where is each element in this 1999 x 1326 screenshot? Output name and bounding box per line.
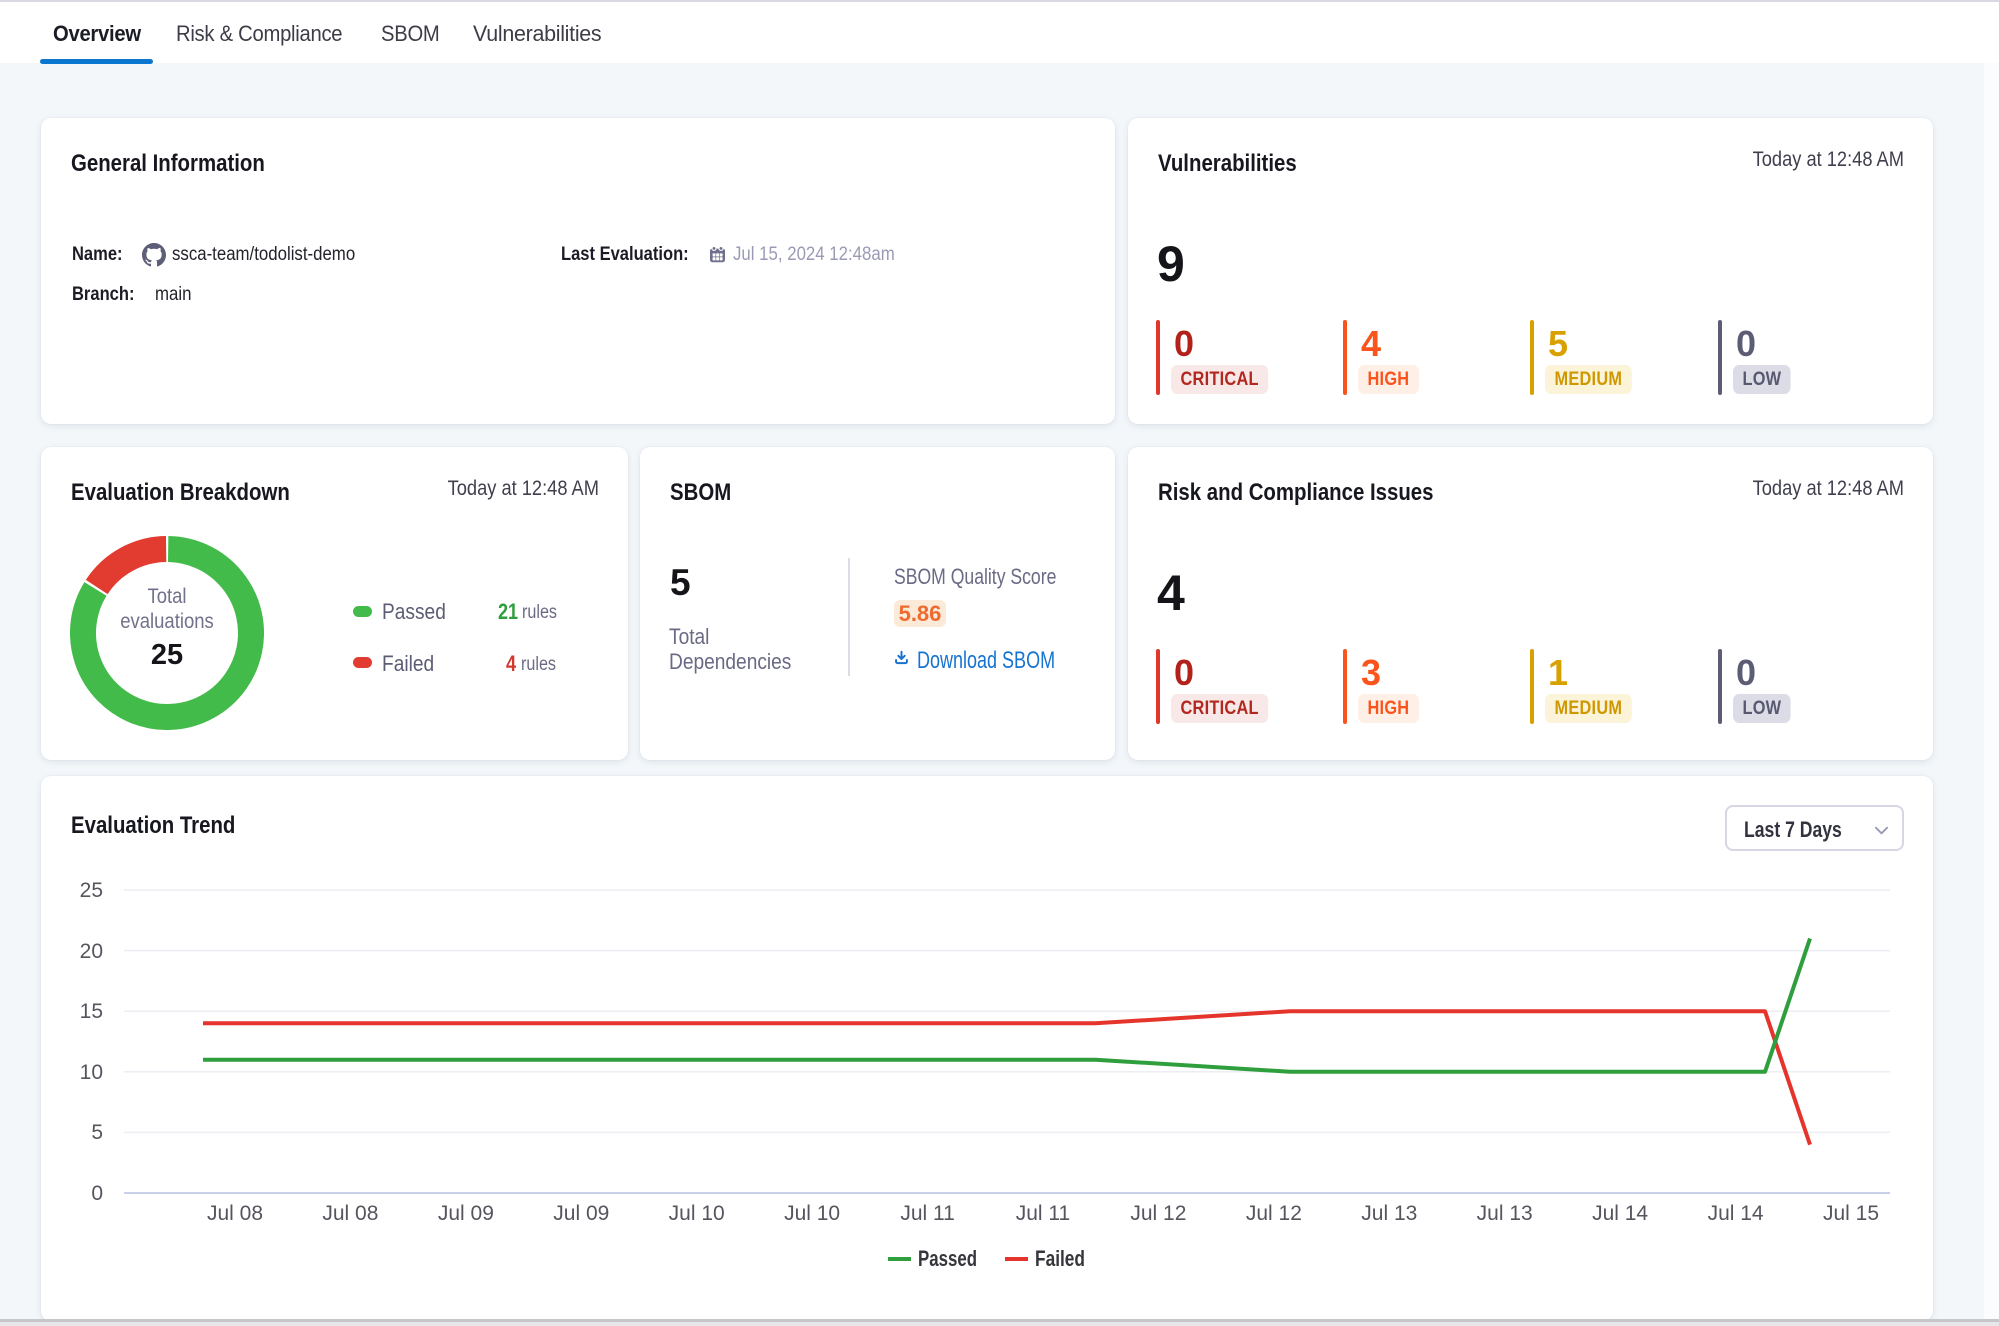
svg-text:Jul 11: Jul 11 — [1016, 1202, 1070, 1225]
svg-text:Jul 11: Jul 11 — [900, 1202, 954, 1225]
svg-text:20: 20 — [80, 940, 103, 963]
svg-text:Jul 14: Jul 14 — [1708, 1202, 1764, 1225]
svg-text:0: 0 — [91, 1182, 103, 1205]
svg-text:Jul 08: Jul 08 — [207, 1202, 263, 1225]
svg-text:Jul 13: Jul 13 — [1477, 1202, 1533, 1225]
svg-text:Jul 09: Jul 09 — [438, 1202, 494, 1225]
svg-text:Jul 13: Jul 13 — [1361, 1202, 1417, 1225]
svg-text:15: 15 — [80, 1000, 103, 1023]
svg-text:Jul 09: Jul 09 — [553, 1202, 609, 1225]
svg-text:Jul 12: Jul 12 — [1130, 1202, 1186, 1225]
svg-text:Jul 14: Jul 14 — [1592, 1202, 1648, 1225]
svg-text:Jul 08: Jul 08 — [322, 1202, 378, 1225]
svg-text:Jul 15: Jul 15 — [1823, 1202, 1879, 1225]
svg-text:Jul 12: Jul 12 — [1246, 1202, 1302, 1225]
svg-text:Passed: Passed — [918, 1246, 977, 1271]
svg-text:10: 10 — [80, 1061, 103, 1084]
svg-text:5: 5 — [91, 1121, 103, 1144]
svg-text:Jul 10: Jul 10 — [784, 1202, 840, 1225]
svg-text:Jul 10: Jul 10 — [669, 1202, 725, 1225]
svg-text:25: 25 — [80, 879, 103, 902]
svg-text:Failed: Failed — [1035, 1246, 1085, 1271]
